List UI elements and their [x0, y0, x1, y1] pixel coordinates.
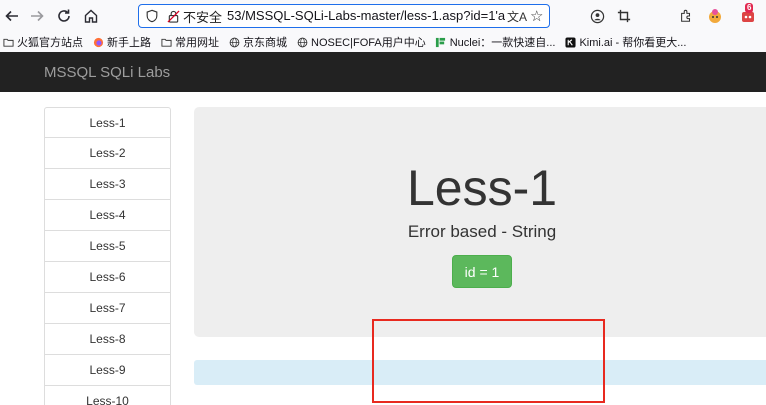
insecure-lock-icon	[167, 9, 180, 23]
bookmark-item[interactable]: 火狐官方站点	[2, 34, 83, 50]
bookmark-label: 常用网址	[175, 37, 219, 49]
navbar-brand[interactable]: MSSQL SQLi Labs	[44, 64, 170, 81]
extensions-icon[interactable]	[676, 6, 696, 26]
bookmark-item[interactable]: Nuclei：一款快速自...	[435, 34, 556, 50]
sidebar-item-less-4[interactable]: Less-4	[44, 200, 171, 231]
folder-icon	[160, 36, 172, 48]
lesson-jumbotron: Less-1 Error based - String id = 1	[194, 107, 766, 337]
bookmark-label: 新手上路	[107, 37, 151, 49]
annotation-highlight-box	[372, 319, 605, 403]
bookmark-item[interactable]: NOSEC|FOFA用户中心	[296, 34, 426, 50]
crop-screenshot-icon[interactable]	[614, 6, 634, 26]
bookmark-label: Nuclei：一款快速自...	[449, 37, 556, 49]
kimi-icon	[564, 36, 576, 48]
bookmark-label: NOSEC|FOFA用户中心	[311, 37, 426, 49]
bookmark-item[interactable]: 新手上路	[92, 34, 151, 50]
globe-icon	[296, 36, 308, 48]
sidebar-item-less-8[interactable]: Less-8	[44, 324, 171, 355]
sidebar-item-less-6[interactable]: Less-6	[44, 262, 171, 293]
browser-toolbar: 不安全 53/MSSQL-SQLi-Labs-master/less-1.asp…	[0, 0, 766, 32]
home-icon[interactable]	[81, 6, 101, 26]
bookmark-label: 火狐官方站点	[17, 37, 83, 49]
firefox-icon	[92, 36, 104, 48]
account-icon[interactable]	[587, 6, 607, 26]
folder-icon	[2, 36, 14, 48]
bookmark-item[interactable]: Kimi.ai - 帮你看更大...	[564, 34, 686, 50]
tracking-shield-icon[interactable]	[145, 9, 159, 23]
sidebar-item-less-9[interactable]: Less-9	[44, 355, 171, 386]
lesson-list: Less-1 Less-2 Less-3 Less-4 Less-5 Less-…	[44, 107, 171, 405]
fox-extension-icon[interactable]	[705, 6, 725, 26]
sidebar-item-less-7[interactable]: Less-7	[44, 293, 171, 324]
sidebar-item-less-2[interactable]: Less-2	[44, 138, 171, 169]
bookmark-item[interactable]: 京东商城	[228, 34, 287, 50]
sidebar-item-less-10[interactable]: Less-10	[44, 386, 171, 405]
bookmark-star-icon[interactable]: ☆	[530, 7, 543, 25]
sidebar-item-less-5[interactable]: Less-5	[44, 231, 171, 262]
sidebar-item-less-3[interactable]: Less-3	[44, 169, 171, 200]
notification-count-badge: 6	[745, 3, 754, 13]
insecure-label: 不安全	[183, 9, 223, 25]
back-icon[interactable]	[2, 6, 22, 26]
lesson-subtitle: Error based - String	[407, 222, 557, 241]
address-bar[interactable]: 不安全 53/MSSQL-SQLi-Labs-master/less-1.asp…	[138, 4, 550, 28]
id-button[interactable]: id = 1	[452, 255, 512, 288]
sidebar-item-less-1[interactable]: Less-1	[44, 107, 171, 138]
translate-icon[interactable]: 文A	[507, 8, 527, 25]
bookmarks-bar: 火狐官方站点 新手上路 常用网址 京东商城 NOSEC|FOFA用户中心 Nuc…	[0, 32, 766, 52]
globe-icon	[228, 36, 240, 48]
site-navbar: MSSQL SQLi Labs	[0, 52, 766, 92]
lesson-title: Less-1	[406, 160, 558, 216]
screenshot-root: 不安全 53/MSSQL-SQLi-Labs-master/less-1.asp…	[0, 0, 766, 405]
reload-icon[interactable]	[54, 6, 74, 26]
bookmark-label: 京东商城	[243, 37, 287, 49]
forward-icon[interactable]	[27, 6, 47, 26]
url-text[interactable]: 53/MSSQL-SQLi-Labs-master/less-1.asp?id=…	[227, 8, 505, 23]
bookmark-item[interactable]: 常用网址	[160, 34, 219, 50]
nuclei-icon	[435, 36, 447, 48]
insecure-indicator[interactable]: 不安全	[167, 8, 223, 25]
bookmark-label: Kimi.ai - 帮你看更大...	[579, 37, 687, 49]
